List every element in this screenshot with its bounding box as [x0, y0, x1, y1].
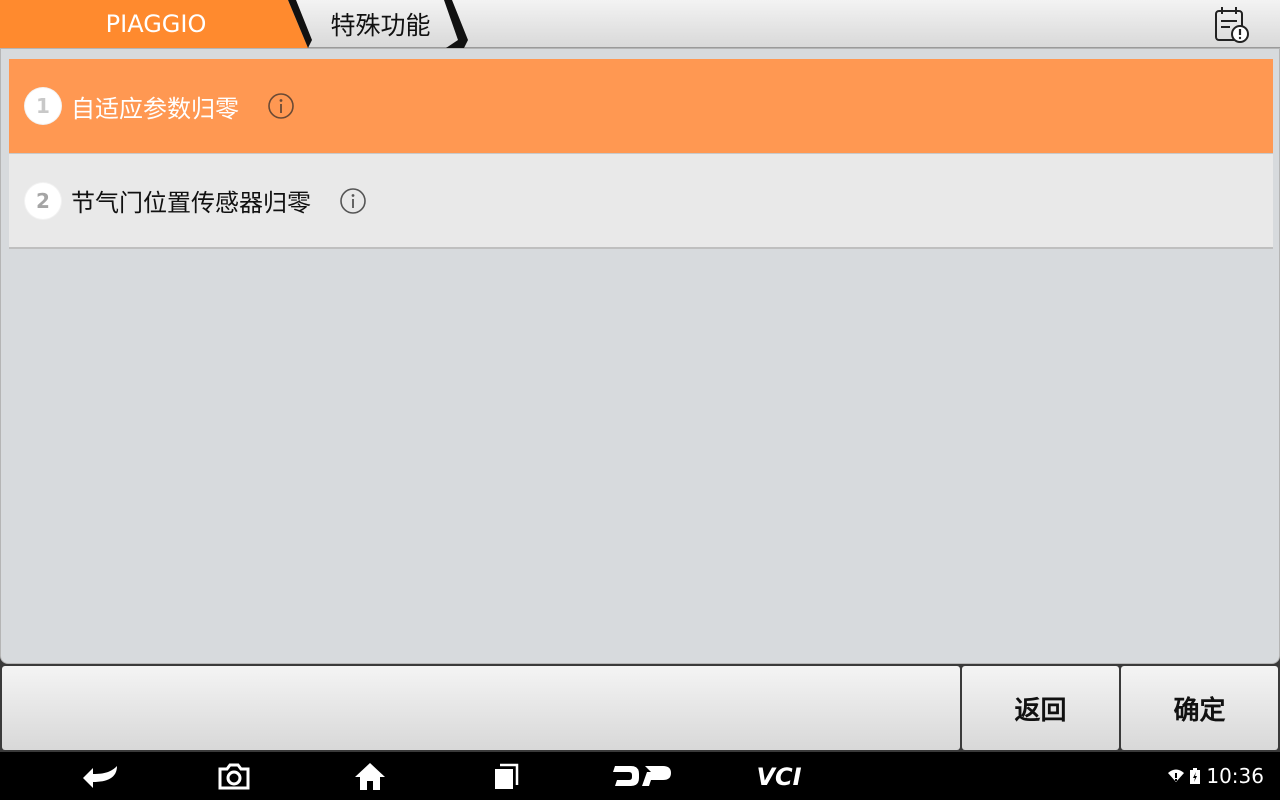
function-panel: 1 自适应参数归零 2 节气门位置传感器归零 [0, 48, 1280, 664]
list-item[interactable]: 2 节气门位置传感器归零 [9, 154, 1273, 249]
item-number-badge: 1 [25, 88, 61, 124]
action-bar-spacer [2, 666, 960, 750]
back-button[interactable]: 返回 [962, 666, 1119, 750]
system-nav-bar: VCI 10:36 [0, 752, 1280, 800]
dp-logo-icon[interactable] [610, 760, 674, 792]
battery-icon [1190, 768, 1201, 784]
list-item[interactable]: 1 自适应参数归零 [9, 59, 1273, 154]
item-label: 自适应参数归零 [71, 94, 239, 123]
item-number-badge: 2 [25, 182, 61, 219]
home-icon[interactable] [352, 760, 388, 792]
top-header: PIAGGIO 特殊功能 [0, 0, 1280, 48]
report-alert-icon[interactable] [1210, 4, 1252, 44]
recent-apps-icon[interactable] [490, 760, 522, 792]
item-label: 节气门位置传感器归零 [71, 189, 311, 217]
breadcrumb-brand[interactable]: PIAGGIO [0, 0, 300, 48]
function-list: 1 自适应参数归零 2 节气门位置传感器归零 [9, 59, 1273, 249]
wifi-icon [1168, 769, 1185, 782]
info-icon[interactable] [267, 92, 295, 120]
action-bar: 返回 确定 [0, 664, 1280, 752]
vci-icon[interactable]: VCI [746, 760, 812, 792]
back-icon[interactable] [80, 760, 120, 792]
confirm-button[interactable]: 确定 [1121, 666, 1278, 750]
clock: 10:36 [1206, 764, 1264, 788]
camera-icon[interactable] [216, 760, 252, 792]
svg-text:VCI: VCI [756, 763, 801, 790]
status-area: 10:36 [1168, 764, 1264, 788]
info-icon[interactable] [339, 187, 367, 215]
breadcrumb-special-functions[interactable]: 特殊功能 [308, 0, 453, 48]
